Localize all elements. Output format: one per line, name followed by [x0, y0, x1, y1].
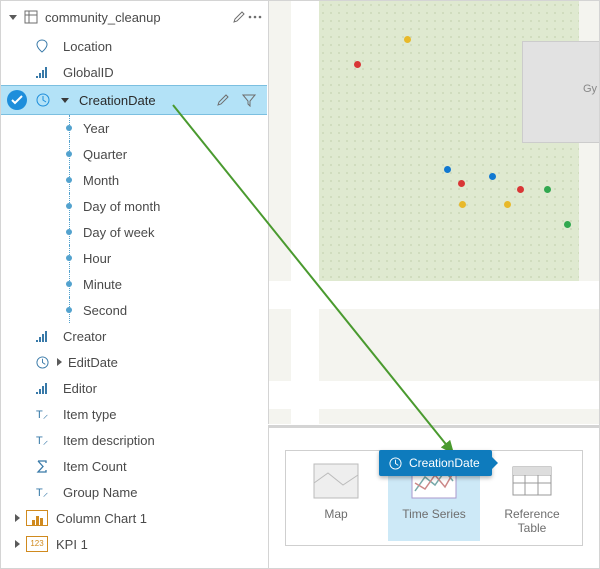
map-point[interactable]	[517, 186, 524, 193]
field-label: Item Count	[63, 459, 127, 474]
field-label: Year	[83, 121, 109, 136]
date-part-quarter[interactable]: Quarter	[1, 141, 267, 167]
field-label: Item type	[63, 407, 116, 422]
field-globalid[interactable]: GlobalID	[1, 59, 267, 85]
field-label: Item description	[63, 433, 155, 448]
sum-icon	[33, 460, 51, 473]
svg-text:T⸝: T⸝	[36, 409, 48, 420]
chart-column-1[interactable]: Column Chart 1	[1, 505, 267, 531]
field-editdate[interactable]: EditDate	[1, 349, 267, 375]
field-location[interactable]: Location	[1, 33, 267, 59]
field-itemtype[interactable]: T⸝ Item type	[1, 401, 267, 427]
svg-text:T⸝: T⸝	[36, 435, 48, 446]
drop-label: Map	[296, 507, 376, 521]
sidebar: community_cleanup Location GlobalID Crea…	[1, 1, 267, 568]
date-part-year[interactable]: Year	[1, 115, 267, 141]
chart-label: Column Chart 1	[56, 511, 147, 526]
map-thumb-icon	[310, 461, 362, 501]
collapse-icon[interactable]	[9, 15, 17, 20]
field-creationdate-selected[interactable]: CreationDate	[1, 85, 267, 115]
filter-icon[interactable]	[241, 92, 257, 108]
field-label: CreationDate	[79, 93, 156, 108]
map-point[interactable]	[459, 201, 466, 208]
field-label: Quarter	[83, 147, 127, 162]
date-part-hour[interactable]: Hour	[1, 245, 267, 271]
table-icon	[23, 9, 39, 25]
map-label-gy: Gy	[583, 83, 597, 95]
map-point[interactable]	[564, 221, 571, 228]
rename-icon[interactable]	[231, 9, 247, 25]
drop-label: Reference Table	[492, 507, 572, 535]
date-part-minute[interactable]: Minute	[1, 271, 267, 297]
string-icon	[33, 382, 51, 394]
map-canvas[interactable]: Gy	[268, 1, 599, 424]
drop-target-map[interactable]: Map	[296, 461, 376, 535]
drop-panel: Map Time Series Reference Table	[268, 425, 599, 568]
clock-icon	[387, 455, 403, 471]
field-label: Day of week	[83, 225, 155, 240]
date-part-month[interactable]: Month	[1, 167, 267, 193]
date-part-day-of-week[interactable]: Day of week	[1, 219, 267, 245]
map-point[interactable]	[404, 36, 411, 43]
expand-icon[interactable]	[57, 358, 62, 366]
field-label: Creator	[63, 329, 106, 344]
chart-label: KPI 1	[56, 537, 88, 552]
map-point[interactable]	[444, 166, 451, 173]
date-part-day-of-month[interactable]: Day of month	[1, 193, 267, 219]
drop-label: Time Series	[394, 507, 474, 521]
edit-icon[interactable]	[215, 92, 231, 108]
string-icon	[33, 330, 51, 342]
location-icon	[33, 39, 51, 53]
field-label: Hour	[83, 251, 111, 266]
layer-name: community_cleanup	[45, 10, 161, 25]
kpi-icon: 123	[26, 536, 48, 552]
field-label: Minute	[83, 277, 122, 292]
column-chart-icon	[26, 510, 48, 526]
drag-label: CreationDate	[409, 456, 480, 470]
map-point[interactable]	[544, 186, 551, 193]
field-itemdesc[interactable]: T⸝ Item description	[1, 427, 267, 453]
field-label: EditDate	[68, 355, 118, 370]
field-label: Month	[83, 173, 119, 188]
field-label: Location	[63, 39, 112, 54]
map-point[interactable]	[354, 61, 361, 68]
field-label: Day of month	[83, 199, 160, 214]
drop-target-reftable[interactable]: Reference Table	[492, 461, 572, 535]
field-label: Second	[83, 303, 127, 318]
selected-check-icon	[7, 90, 27, 110]
expand-icon[interactable]	[61, 98, 69, 103]
expand-icon[interactable]	[15, 540, 20, 548]
text-icon: T⸝	[33, 408, 51, 420]
field-label: Editor	[63, 381, 97, 396]
map-point[interactable]	[489, 173, 496, 180]
field-groupname[interactable]: T⸝ Group Name	[1, 479, 267, 505]
clock-icon	[35, 92, 51, 108]
svg-text:T⸝: T⸝	[36, 487, 48, 498]
clock-icon	[33, 356, 51, 369]
field-label: Group Name	[63, 485, 137, 500]
map-point[interactable]	[504, 201, 511, 208]
drag-chip: CreationDate	[379, 450, 492, 476]
text-icon: T⸝	[33, 486, 51, 498]
field-creator[interactable]: Creator	[1, 323, 267, 349]
text-icon: T⸝	[33, 434, 51, 446]
field-itemcount[interactable]: Item Count	[1, 453, 267, 479]
map-point[interactable]	[458, 180, 465, 187]
expand-icon[interactable]	[15, 514, 20, 522]
layer-header[interactable]: community_cleanup	[1, 1, 267, 33]
string-icon	[33, 66, 51, 78]
chart-kpi-1[interactable]: 123 KPI 1	[1, 531, 267, 557]
field-label: GlobalID	[63, 65, 114, 80]
table-thumb-icon	[506, 461, 558, 501]
field-editor[interactable]: Editor	[1, 375, 267, 401]
app-root: community_cleanup Location GlobalID Crea…	[0, 0, 600, 569]
date-part-second[interactable]: Second	[1, 297, 267, 323]
more-options-icon[interactable]	[247, 9, 263, 25]
